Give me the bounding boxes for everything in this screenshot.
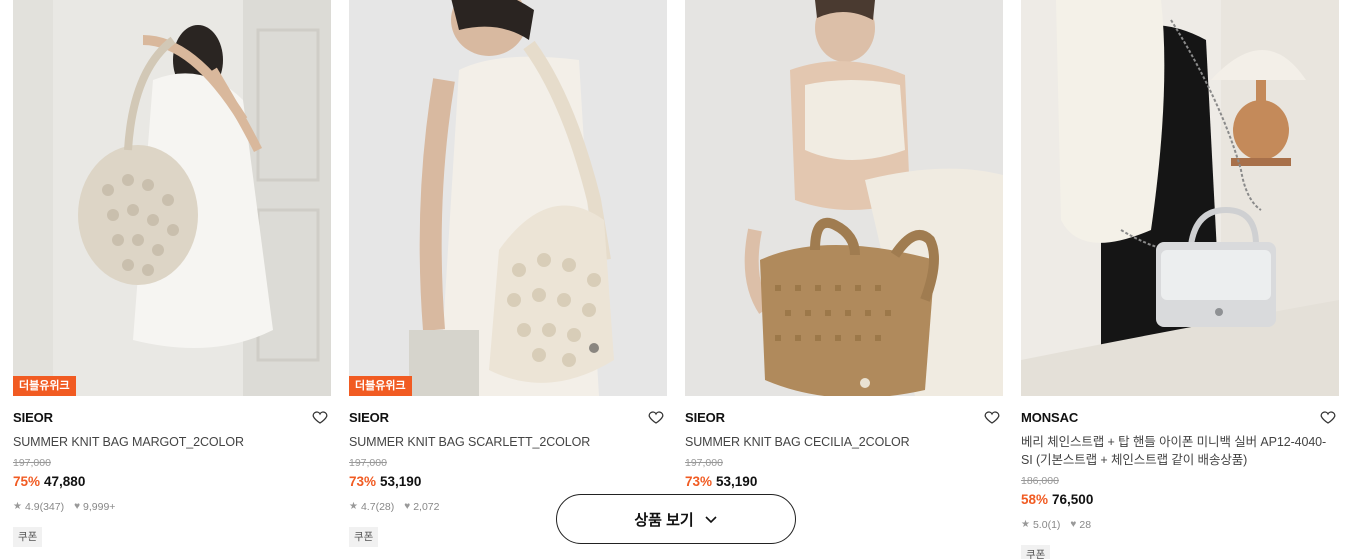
- price-row: 73% 53,190: [685, 473, 1003, 490]
- promo-tag: 더블유위크: [13, 376, 76, 396]
- sale-price: 76,500: [1052, 492, 1094, 507]
- heart-count-icon: ♥: [404, 501, 411, 512]
- star-icon: ★: [1021, 519, 1030, 530]
- heart-icon[interactable]: [647, 408, 665, 426]
- product-card[interactable]: SIEOR SUMMER KNIT BAG CECILIA_2COLOR 197…: [685, 0, 1003, 559]
- discount-rate: 75%: [13, 474, 41, 489]
- product-grid: 더블유위크 SIEOR SUMMER KNIT BAG MARGOT_2COLO…: [13, 0, 1339, 559]
- product-image[interactable]: [685, 0, 1003, 396]
- product-card[interactable]: 더블유위크 SIEOR SUMMER KNIT BAG MARGOT_2COLO…: [13, 0, 331, 559]
- heart-icon[interactable]: [983, 408, 1001, 426]
- brand-name[interactable]: SIEOR: [13, 410, 331, 426]
- product-name[interactable]: 베리 체인스트랩 + 탑 핸들 아이폰 미니백 실버 AP12-4040-SI …: [1021, 433, 1339, 469]
- product-stats: ★ 4.9 (347) ♥ 9,999+: [13, 500, 331, 514]
- heart-count-icon: ♥: [1070, 519, 1077, 530]
- price-row: 75% 47,880: [13, 473, 331, 490]
- brand-name[interactable]: SIEOR: [349, 410, 667, 426]
- product-name[interactable]: SUMMER KNIT BAG MARGOT_2COLOR: [13, 433, 331, 451]
- chevron-down-icon: [705, 516, 717, 524]
- sale-price: 53,190: [716, 474, 758, 489]
- product-card[interactable]: 더블유위크 SIEOR SUMMER KNIT BAG SCARLETT_2CO…: [349, 0, 667, 559]
- discount-rate: 73%: [685, 474, 713, 489]
- view-products-button[interactable]: 상품 보기: [556, 494, 796, 544]
- product-photo-scarlett: [349, 0, 667, 396]
- rating: 5.0: [1032, 519, 1048, 531]
- product-image[interactable]: 더블유위크: [13, 0, 331, 396]
- sale-price: 53,190: [380, 474, 422, 489]
- product-info: SIEOR SUMMER KNIT BAG CECILIA_2COLOR 197…: [685, 396, 1003, 490]
- product-name[interactable]: SUMMER KNIT BAG CECILIA_2COLOR: [685, 433, 1003, 451]
- product-stats: ★ 5.0 (1) ♥ 28: [1021, 518, 1339, 532]
- original-price: 197,000: [685, 457, 723, 469]
- promo-tag: 더블유위크: [349, 376, 412, 396]
- brand-name[interactable]: MONSAC: [1021, 410, 1339, 426]
- original-price: 186,000: [1021, 475, 1059, 487]
- rating: 4.9: [24, 501, 40, 513]
- product-info: MONSAC 베리 체인스트랩 + 탑 핸들 아이폰 미니백 실버 AP12-4…: [1021, 396, 1339, 559]
- coupon-badge: 쿠폰: [1021, 545, 1051, 559]
- heart-icon[interactable]: [1319, 408, 1337, 426]
- brand-name[interactable]: SIEOR: [685, 410, 1003, 426]
- original-price: 197,000: [13, 457, 51, 469]
- heart-count-icon: ♥: [74, 501, 81, 512]
- star-icon: ★: [13, 501, 22, 512]
- rating: 4.7: [360, 501, 376, 513]
- discount-rate: 73%: [349, 474, 377, 489]
- review-count: (1): [1047, 519, 1061, 531]
- review-count: (28): [375, 501, 395, 513]
- price-row: 58% 76,500: [1021, 491, 1339, 508]
- discount-rate: 58%: [1021, 492, 1049, 507]
- price-row: 73% 53,190: [349, 473, 667, 490]
- product-photo-cecilia: [685, 0, 1003, 396]
- product-photo-monsac: [1021, 0, 1339, 396]
- heart-icon[interactable]: [311, 408, 329, 426]
- product-image[interactable]: [1021, 0, 1339, 396]
- like-count: 2,072: [413, 501, 440, 513]
- original-price: 197,000: [349, 457, 387, 469]
- product-name[interactable]: SUMMER KNIT BAG SCARLETT_2COLOR: [349, 433, 667, 451]
- star-icon: ★: [349, 501, 358, 512]
- coupon-badge: 쿠폰: [349, 527, 379, 547]
- product-card[interactable]: MONSAC 베리 체인스트랩 + 탑 핸들 아이폰 미니백 실버 AP12-4…: [1021, 0, 1339, 559]
- like-count: 28: [1079, 519, 1092, 531]
- product-info: SIEOR SUMMER KNIT BAG MARGOT_2COLOR 197,…: [13, 396, 331, 547]
- sale-price: 47,880: [44, 474, 86, 489]
- review-count: (347): [39, 501, 65, 513]
- like-count: 9,999+: [83, 501, 116, 513]
- view-products-label: 상품 보기: [634, 511, 694, 529]
- product-photo-margot: [13, 0, 331, 396]
- product-image[interactable]: 더블유위크: [349, 0, 667, 396]
- coupon-badge: 쿠폰: [13, 527, 43, 547]
